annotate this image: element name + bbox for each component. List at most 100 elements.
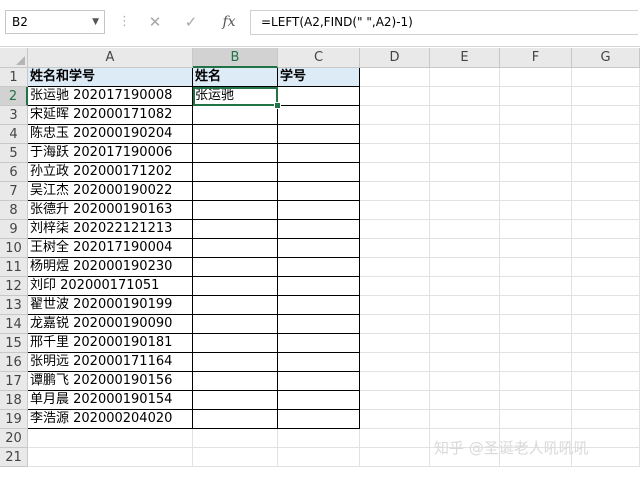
grid-cell[interactable] [500,87,572,106]
grid-cell[interactable] [360,144,430,163]
grid-cell[interactable] [572,277,640,296]
row-header[interactable]: 8 [0,201,28,220]
column-header[interactable]: E [430,48,500,68]
grid-cell[interactable] [500,258,572,277]
grid-cell[interactable] [360,353,430,372]
row-header[interactable]: 19 [0,410,28,429]
table-cell[interactable] [193,410,278,429]
grid-cell[interactable] [572,163,640,182]
grid-cell[interactable] [572,372,640,391]
table-cell[interactable] [278,353,360,372]
table-cell[interactable]: 吴江杰 202000190022 [28,182,193,201]
table-cell[interactable]: 翟世波 202000190199 [28,296,193,315]
table-cell[interactable] [278,87,360,106]
grid-cell[interactable] [360,220,430,239]
grid-cell[interactable] [500,106,572,125]
table-cell[interactable] [193,315,278,334]
grid-cell[interactable] [430,87,500,106]
row-header[interactable]: 20 [0,429,28,448]
grid-cell[interactable] [500,296,572,315]
table-cell[interactable] [278,201,360,220]
grid-cell[interactable] [430,163,500,182]
grid-cell[interactable] [572,68,640,87]
grid-cell[interactable] [278,448,360,467]
grid-cell[interactable] [500,239,572,258]
row-header[interactable]: 15 [0,334,28,353]
grid-cell[interactable] [572,87,640,106]
grid-cell[interactable] [360,334,430,353]
grid-cell[interactable] [430,391,500,410]
grid-cell[interactable] [360,182,430,201]
column-header[interactable]: G [572,48,640,68]
grid-cell[interactable] [430,239,500,258]
grid-cell[interactable] [572,315,640,334]
fill-handle[interactable] [274,102,281,109]
row-header[interactable]: 10 [0,239,28,258]
row-header[interactable]: 12 [0,277,28,296]
grid-cell[interactable] [360,448,430,467]
table-cell[interactable]: 张德升 202000190163 [28,201,193,220]
grid-cell[interactable] [360,429,430,448]
grid-cell[interactable] [500,125,572,144]
table-cell[interactable]: 刘印 202000171051 [28,277,193,296]
row-header[interactable]: 5 [0,144,28,163]
grid-cell[interactable] [360,277,430,296]
grid-cell[interactable] [500,372,572,391]
row-header[interactable]: 14 [0,315,28,334]
table-cell[interactable] [278,315,360,334]
table-cell[interactable]: 刘梓柒 202022121213 [28,220,193,239]
grid-cell[interactable] [360,296,430,315]
formula-input[interactable]: =LEFT(A2,FIND(" ",A2)-1) [250,10,638,35]
table-cell[interactable] [278,277,360,296]
grid-cell[interactable] [360,68,430,87]
grid-cell[interactable] [500,201,572,220]
grid-cell[interactable] [500,277,572,296]
table-cell[interactable] [193,125,278,144]
grid-cell[interactable] [28,448,193,467]
row-header[interactable]: 18 [0,391,28,410]
grid-cell[interactable] [572,296,640,315]
table-cell[interactable] [278,220,360,239]
grid-cell[interactable] [572,258,640,277]
grid-cell[interactable] [572,144,640,163]
grid-cell[interactable] [430,315,500,334]
row-header[interactable]: 2 [0,87,28,106]
row-header[interactable]: 13 [0,296,28,315]
table-cell[interactable]: 宋延晖 202000171082 [28,106,193,125]
grid-cell[interactable] [500,144,572,163]
grid-cell[interactable] [360,106,430,125]
grid-cell[interactable] [500,182,572,201]
table-cell[interactable]: 王树全 202017190004 [28,239,193,258]
grid-cell[interactable] [360,410,430,429]
column-header[interactable]: A [28,48,193,68]
table-cell[interactable]: 单月晨 202000190154 [28,391,193,410]
grid-cell[interactable] [430,201,500,220]
row-header[interactable]: 11 [0,258,28,277]
grid-cell[interactable] [430,220,500,239]
grid-cell[interactable] [360,125,430,144]
table-cell[interactable] [278,239,360,258]
grid-cell[interactable] [572,410,640,429]
grid-cell[interactable] [193,429,278,448]
table-cell[interactable]: 杨明煜 202000190230 [28,258,193,277]
table-cell[interactable] [193,334,278,353]
table-cell[interactable] [193,239,278,258]
table-cell[interactable] [278,106,360,125]
row-header[interactable]: 4 [0,125,28,144]
cancel-icon[interactable]: ✕ [142,11,168,33]
row-header[interactable]: 21 [0,448,28,467]
grid-cell[interactable] [430,258,500,277]
grid-cell[interactable] [500,410,572,429]
grid-cell[interactable] [572,334,640,353]
table-cell[interactable]: 于海跃 202017190006 [28,144,193,163]
grid-cell[interactable] [572,106,640,125]
table-cell[interactable] [193,296,278,315]
row-header[interactable]: 9 [0,220,28,239]
name-box[interactable]: B2 ▼ [5,10,105,34]
row-header[interactable]: 6 [0,163,28,182]
table-cell[interactable] [278,334,360,353]
grid-cell[interactable] [430,372,500,391]
column-header[interactable]: C [278,48,360,68]
grid-cell[interactable] [430,144,500,163]
table-cell[interactable] [193,220,278,239]
